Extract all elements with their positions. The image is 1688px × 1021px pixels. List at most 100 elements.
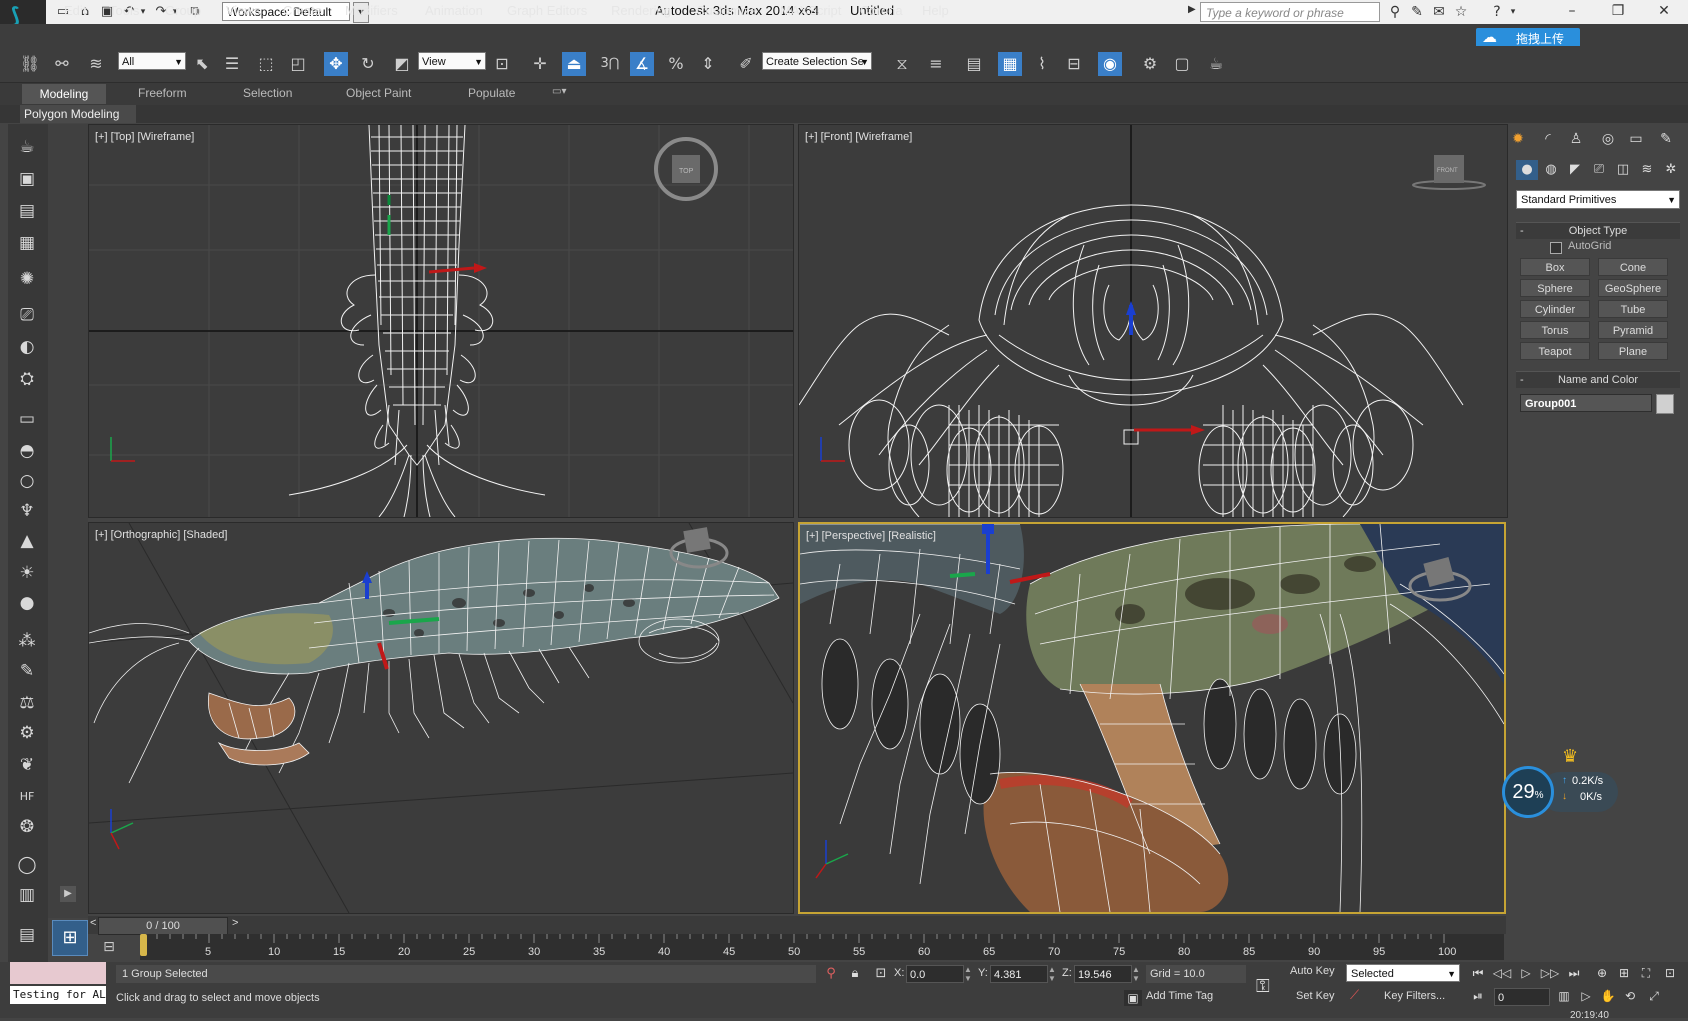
scatter-icon[interactable]: ❂ [14, 814, 40, 840]
key-mode-dropdown[interactable]: Selected ▼ [1346, 964, 1460, 982]
spinner-snap-icon[interactable]: ⇕ [696, 52, 720, 76]
graphite-toolbar-icon[interactable]: ▦ [998, 52, 1022, 76]
torus-button[interactable]: Torus [1520, 321, 1590, 339]
time-config-icon[interactable]: ▥ [1554, 986, 1574, 1006]
align-icon[interactable]: ≡ [924, 52, 948, 76]
name-and-color-rollout[interactable]: - Name and Color [1516, 371, 1680, 388]
zoom-all-icon[interactable]: ⊞ [1614, 963, 1634, 983]
image-icon[interactable]: ▣ [14, 166, 40, 192]
ribbon-options-icon[interactable]: ▭▾ [552, 86, 566, 97]
render-setup-icon[interactable]: ⚙ [1138, 52, 1162, 76]
systems-icon[interactable]: ✲ [1660, 160, 1682, 180]
hierarchy-tab-icon[interactable]: ♙ [1564, 128, 1588, 150]
named-selection-dropdown[interactable]: Create Selection Se ▼ [762, 52, 872, 70]
menu-modifiers[interactable]: Modifiers [345, 3, 398, 18]
render-production-icon[interactable]: ☕ [1204, 52, 1228, 76]
curve-editor-icon[interactable]: ⌇ [1030, 52, 1054, 76]
camera-icon[interactable]: ⎚ [14, 302, 40, 328]
lights-icon[interactable]: ◤ [1564, 160, 1586, 180]
menu-views[interactable]: Views [226, 3, 260, 18]
cylinder-button[interactable]: Cylinder [1520, 300, 1590, 318]
viewport-label-orthographic[interactable]: [+] [Orthographic] [Shaded] [95, 529, 227, 541]
key-filters-button[interactable]: Key Filters... [1384, 990, 1445, 1002]
menu-create[interactable]: Create [283, 3, 322, 18]
geometry-icon[interactable]: ● [1516, 160, 1538, 180]
undo-dropdown-icon[interactable]: ▾ [138, 3, 148, 21]
select-and-rotate-icon[interactable]: ↻ [356, 52, 380, 76]
particles-icon[interactable]: ⁂ [14, 628, 40, 654]
film-reel-icon[interactable]: ⛭ [14, 366, 40, 392]
select-and-link-icon[interactable]: ⛓ [18, 52, 42, 76]
white-sphere-icon[interactable]: ◯ [14, 852, 40, 878]
current-frame-marker[interactable] [140, 934, 147, 956]
menu-help[interactable]: Help [922, 3, 949, 18]
minimize-icon[interactable]: – [1552, 0, 1592, 22]
layer-manager-icon[interactable]: ▤ [962, 52, 986, 76]
bind-space-warp-icon[interactable]: ≋ [84, 52, 108, 76]
primitive-category-dropdown[interactable]: Standard Primitives ▼ [1516, 190, 1680, 209]
sphere-button[interactable]: Sphere [1520, 279, 1590, 297]
teapot-button[interactable]: Teapot [1520, 342, 1590, 360]
percent-snap-icon[interactable]: % [664, 52, 688, 76]
geosphere-button[interactable]: GeoSphere [1598, 279, 1668, 297]
communication-icon[interactable]: ✉ [1430, 3, 1448, 21]
box-icon[interactable]: ▭ [14, 406, 40, 432]
go-to-start-icon[interactable]: ⏮ [1468, 963, 1488, 983]
motion-tab-icon[interactable]: ◎ [1596, 128, 1620, 150]
absolute-mode-icon[interactable]: ⊡ [872, 965, 890, 983]
light-bulb-icon[interactable]: ✺ [14, 266, 40, 292]
hair-fur-icon[interactable]: HF [14, 784, 40, 810]
expand-arrow-icon[interactable]: ▶ [60, 886, 76, 902]
menu-graph-editors[interactable]: Graph Editors [507, 3, 587, 18]
shapes-icon[interactable]: ◍ [1540, 160, 1562, 180]
dome-icon[interactable]: ◓ [14, 438, 40, 464]
box-button[interactable]: Box [1520, 258, 1590, 276]
scene-explorer-icon[interactable]: ⚖ [14, 690, 40, 716]
set-keys-icon[interactable]: ⚿ [1256, 976, 1270, 997]
play-icon[interactable]: ▷ [1516, 963, 1536, 983]
material-editor-icon[interactable]: ◉ [1098, 52, 1122, 76]
schematic-view-icon[interactable]: ⊟ [1062, 52, 1086, 76]
plant-icon[interactable]: ❦ [14, 752, 40, 778]
menu-maxscript[interactable]: MAXScript [780, 3, 841, 18]
y-coordinate-field[interactable]: 4.381 [990, 965, 1048, 983]
edit-named-selection-icon[interactable]: ✐ [734, 52, 758, 76]
selection-filter-dropdown[interactable]: All ▼ [118, 52, 186, 70]
auto-key-button[interactable]: Auto Key [1290, 965, 1335, 977]
field-of-view-icon[interactable]: ▷ [1576, 986, 1596, 1006]
maximize-viewport-icon[interactable]: ⤢ [1644, 986, 1664, 1006]
time-slider-thumb[interactable]: 0 / 100 [98, 917, 228, 935]
pivot-center-icon[interactable]: ⊡ [490, 52, 514, 76]
space-warps-icon[interactable]: ≋ [1636, 160, 1658, 180]
teapot-icon[interactable]: ☕ [14, 134, 40, 160]
viewport-front[interactable]: FRONT [+] [Front] [Wireframe] [798, 124, 1508, 518]
menu-animation[interactable]: Animation [425, 3, 483, 18]
isolate-selection-icon[interactable]: ⚲ [822, 965, 840, 983]
pyramid-button[interactable]: Pyramid [1598, 321, 1668, 339]
plane-button[interactable]: Plane [1598, 342, 1668, 360]
add-time-tag[interactable]: Add Time Tag [1146, 990, 1213, 1002]
close-icon[interactable]: ✕ [1644, 0, 1684, 22]
menu-tools[interactable]: Tools [109, 3, 139, 18]
select-by-name-icon[interactable]: ☰ [220, 52, 244, 76]
network-percent-gauge[interactable]: 29% [1502, 766, 1554, 818]
expand-search-icon[interactable]: ▶ [1188, 4, 1196, 15]
current-frame-field[interactable]: 0 [1494, 988, 1550, 1006]
cone-icon[interactable]: ▲ [14, 528, 40, 554]
object-name-field[interactable]: Group001 [1520, 394, 1652, 412]
select-and-move-icon[interactable]: ✥ [324, 52, 348, 76]
x-spinner-icon[interactable]: ▲ ▼ [964, 965, 972, 983]
time-tag-icon[interactable]: ▣ [1124, 990, 1142, 1006]
rectangular-selection-icon[interactable]: ⬚ [254, 52, 278, 76]
zoom-extents-icon[interactable]: ⛶ [1636, 963, 1656, 983]
rotate-arrow-icon[interactable]: ◐ [14, 334, 40, 360]
tube-button[interactable]: Tube [1598, 300, 1668, 318]
window-crossing-icon[interactable]: ◰ [286, 52, 310, 76]
maximize-icon[interactable]: ❐ [1598, 0, 1638, 22]
basket-icon[interactable]: ♆ [14, 498, 40, 524]
tab-modeling[interactable]: Modeling [22, 84, 106, 104]
polygon-modeling-panel[interactable]: Polygon Modeling [20, 105, 136, 123]
create-tab-icon[interactable]: ✹ [1506, 128, 1530, 150]
keyboard-shortcut-override-icon[interactable]: ⏏ [562, 52, 586, 76]
document-icon[interactable]: ▤ [14, 198, 40, 224]
